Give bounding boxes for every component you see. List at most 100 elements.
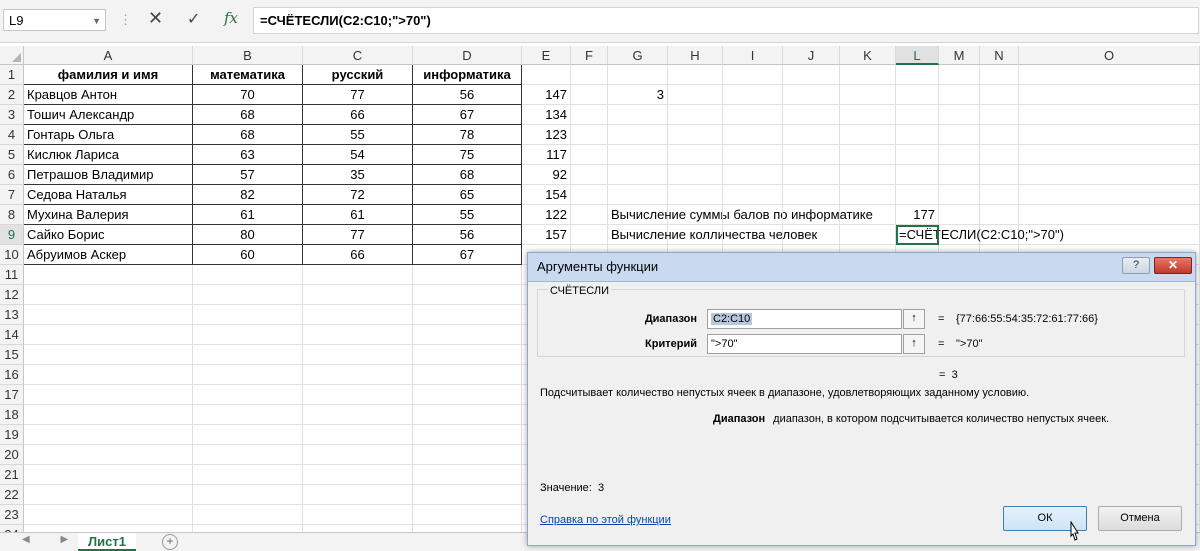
cell-c16[interactable]: [303, 365, 413, 385]
cell-f3[interactable]: [571, 105, 608, 125]
cell-i1[interactable]: [723, 65, 783, 85]
cell-i4[interactable]: [723, 125, 783, 145]
cell-k6[interactable]: [840, 165, 896, 185]
cell-g5[interactable]: [608, 145, 668, 165]
row-header[interactable]: 4: [0, 125, 24, 145]
close-button[interactable]: ✕: [1154, 257, 1192, 274]
row-header[interactable]: 11: [0, 265, 24, 285]
cell-c3[interactable]: 66: [303, 105, 413, 125]
cell-c11[interactable]: [303, 265, 413, 285]
cell-j1[interactable]: [783, 65, 840, 85]
cell-g8[interactable]: Вычисление суммы балов по информатике: [608, 205, 873, 225]
cell-b1[interactable]: математика: [193, 65, 303, 85]
arg-input-criteria[interactable]: ">70": [707, 334, 902, 354]
cell-k4[interactable]: [840, 125, 896, 145]
row-header[interactable]: 7: [0, 185, 24, 205]
cell-b7[interactable]: 82: [193, 185, 303, 205]
cell-h6[interactable]: [668, 165, 723, 185]
cell-c5[interactable]: 54: [303, 145, 413, 165]
cell-o3[interactable]: [1019, 105, 1200, 125]
cell-d17[interactable]: [413, 385, 522, 405]
cell-a20[interactable]: [24, 445, 193, 465]
cell-c21[interactable]: [303, 465, 413, 485]
row-header[interactable]: 10: [0, 245, 24, 265]
cell-b5[interactable]: 63: [193, 145, 303, 165]
cell-d15[interactable]: [413, 345, 522, 365]
cell-n2[interactable]: [980, 85, 1019, 105]
cell-b2[interactable]: 70: [193, 85, 303, 105]
cell-i2[interactable]: [723, 85, 783, 105]
cell-a2[interactable]: Кравцов Антон: [24, 85, 193, 105]
column-header-i[interactable]: I: [723, 46, 783, 65]
cell-h9[interactable]: [668, 225, 723, 245]
cell-i8[interactable]: [723, 205, 783, 225]
collapse-dialog-icon[interactable]: ↑: [903, 309, 925, 329]
sheet-tab-list1[interactable]: Лист1: [78, 533, 136, 551]
cell-g6[interactable]: [608, 165, 668, 185]
help-link[interactable]: Справка по этой функции: [540, 514, 671, 526]
cell-c17[interactable]: [303, 385, 413, 405]
column-header-n[interactable]: N: [980, 46, 1019, 65]
cell-g7[interactable]: [608, 185, 668, 205]
cell-h8[interactable]: [668, 205, 723, 225]
cell-i7[interactable]: [723, 185, 783, 205]
cell-d7[interactable]: 65: [413, 185, 522, 205]
cell-m6[interactable]: [939, 165, 980, 185]
cell-b22[interactable]: [193, 485, 303, 505]
cell-m1[interactable]: [939, 65, 980, 85]
column-header-b[interactable]: B: [193, 46, 303, 65]
cell-a7[interactable]: Седова Наталья: [24, 185, 193, 205]
cell-j9[interactable]: [783, 225, 840, 245]
cell-k7[interactable]: [840, 185, 896, 205]
cell-c8[interactable]: 61: [303, 205, 413, 225]
cell-d2[interactable]: 56: [413, 85, 522, 105]
cell-d13[interactable]: [413, 305, 522, 325]
cell-c14[interactable]: [303, 325, 413, 345]
row-header[interactable]: 22: [0, 485, 24, 505]
row-header[interactable]: 16: [0, 365, 24, 385]
cell-a9[interactable]: Сайко Борис: [24, 225, 193, 245]
cell-c18[interactable]: [303, 405, 413, 425]
cell-g2[interactable]: 3: [608, 85, 668, 105]
cell-d16[interactable]: [413, 365, 522, 385]
cell-c7[interactable]: 72: [303, 185, 413, 205]
column-header-c[interactable]: C: [303, 46, 413, 65]
cell-b9[interactable]: 80: [193, 225, 303, 245]
cell-m5[interactable]: [939, 145, 980, 165]
cell-l2[interactable]: [896, 85, 939, 105]
cell-d19[interactable]: [413, 425, 522, 445]
cell-c9[interactable]: 77: [303, 225, 413, 245]
cell-h1[interactable]: [668, 65, 723, 85]
cell-a21[interactable]: [24, 465, 193, 485]
cell-f6[interactable]: [571, 165, 608, 185]
cell-j7[interactable]: [783, 185, 840, 205]
cell-e1[interactable]: [522, 65, 571, 85]
cell-c4[interactable]: 55: [303, 125, 413, 145]
row-header[interactable]: 21: [0, 465, 24, 485]
column-header-l[interactable]: L: [896, 46, 939, 65]
cell-g1[interactable]: [608, 65, 668, 85]
formula-input[interactable]: =СЧЁТЕСЛИ(C2:C10;">70"): [253, 7, 1199, 34]
cell-a15[interactable]: [24, 345, 193, 365]
cell-f2[interactable]: [571, 85, 608, 105]
cell-f8[interactable]: [571, 205, 608, 225]
cell-n3[interactable]: [980, 105, 1019, 125]
cell-c13[interactable]: [303, 305, 413, 325]
cell-c10[interactable]: 66: [303, 245, 413, 265]
cell-a8[interactable]: Мухина Валерия: [24, 205, 193, 225]
row-header[interactable]: 12: [0, 285, 24, 305]
cell-e5[interactable]: 117: [522, 145, 571, 165]
cell-c6[interactable]: 35: [303, 165, 413, 185]
cell-l3[interactable]: [896, 105, 939, 125]
cell-e2[interactable]: 147: [522, 85, 571, 105]
cell-b14[interactable]: [193, 325, 303, 345]
column-header-e[interactable]: E: [522, 46, 571, 65]
cell-k1[interactable]: [840, 65, 896, 85]
cell-e4[interactable]: 123: [522, 125, 571, 145]
cell-d6[interactable]: 68: [413, 165, 522, 185]
cell-d23[interactable]: [413, 505, 522, 525]
cell-d12[interactable]: [413, 285, 522, 305]
cell-n5[interactable]: [980, 145, 1019, 165]
column-header-d[interactable]: D: [413, 46, 522, 65]
cell-n6[interactable]: [980, 165, 1019, 185]
